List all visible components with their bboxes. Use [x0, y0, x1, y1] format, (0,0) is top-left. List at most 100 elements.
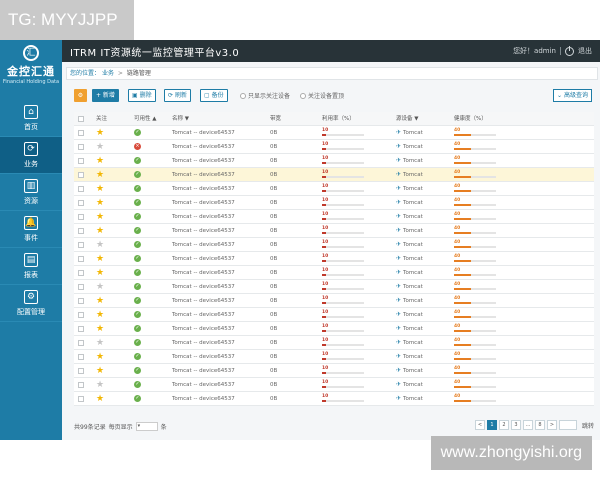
device-name-link[interactable]: Tomcat -- device64537: [172, 154, 235, 168]
star-empty-icon[interactable]: ★: [96, 280, 104, 294]
star-filled-icon[interactable]: ★: [96, 168, 104, 182]
star-filled-icon[interactable]: ★: [96, 392, 104, 406]
sidebar-item-4[interactable]: ▤ 报表: [0, 248, 62, 285]
table-row[interactable]: ★ ✓ Tomcat -- device64537 0B 10 ✈ Tomcat 40: [74, 364, 594, 378]
device-name-link[interactable]: Tomcat -- device64537: [172, 210, 235, 224]
star-filled-icon[interactable]: ★: [96, 308, 104, 322]
star-filled-icon[interactable]: ★: [96, 126, 104, 140]
star-filled-icon[interactable]: ★: [96, 252, 104, 266]
source-device[interactable]: ✈ Tomcat: [396, 350, 423, 364]
device-name-link[interactable]: Tomcat -- device64537: [172, 294, 235, 308]
select-all-checkbox[interactable]: [78, 112, 84, 126]
star-filled-icon[interactable]: ★: [96, 182, 104, 196]
table-row[interactable]: ★ ✓ Tomcat -- device64537 0B 10 ✈ Tomcat 40: [74, 294, 594, 308]
star-filled-icon[interactable]: ★: [96, 322, 104, 336]
table-row[interactable]: ★ ✓ Tomcat -- device64537 0B 10 ✈ Tomcat 40: [74, 378, 594, 392]
page-button[interactable]: 2: [498, 420, 509, 430]
row-checkbox[interactable]: [78, 224, 84, 238]
source-device[interactable]: ✈ Tomcat: [396, 308, 423, 322]
row-checkbox[interactable]: [78, 266, 84, 280]
backup-button[interactable]: ▢ 备份: [200, 89, 228, 102]
follow-top-toggle[interactable]: 关注设备置顶: [300, 91, 344, 100]
source-device[interactable]: ✈ Tomcat: [396, 392, 423, 406]
page-jump-button[interactable]: 跳转: [582, 421, 594, 430]
row-checkbox[interactable]: [78, 196, 84, 210]
table-row[interactable]: ★ ✓ Tomcat -- device64537 0B 10 ✈ Tomcat 40: [74, 154, 594, 168]
table-row[interactable]: ★ ✓ Tomcat -- device64537 0B 10 ✈ Tomcat 40: [74, 126, 594, 140]
star-empty-icon[interactable]: ★: [96, 238, 104, 252]
table-row[interactable]: ★ ✓ Tomcat -- device64537 0B 10 ✈ Tomcat 40: [74, 224, 594, 238]
logout-link[interactable]: 退出: [578, 46, 592, 56]
user-greeting[interactable]: 您好！admin: [513, 46, 556, 56]
header-follow[interactable]: 关注: [96, 112, 107, 126]
page-button[interactable]: >: [546, 420, 557, 430]
star-filled-icon[interactable]: ★: [96, 364, 104, 378]
device-name-link[interactable]: Tomcat -- device64537: [172, 238, 235, 252]
device-name-link[interactable]: Tomcat -- device64537: [172, 364, 235, 378]
table-row[interactable]: ★ ✓ Tomcat -- device64537 0B 10 ✈ Tomcat 40: [74, 322, 594, 336]
table-row[interactable]: ★ ✓ Tomcat -- device64537 0B 10 ✈ Tomcat 40: [74, 182, 594, 196]
source-device[interactable]: ✈ Tomcat: [396, 154, 423, 168]
star-empty-icon[interactable]: ★: [96, 378, 104, 392]
device-name-link[interactable]: Tomcat -- device64537: [172, 308, 235, 322]
add-button[interactable]: + 新增: [92, 89, 119, 102]
row-checkbox[interactable]: [78, 140, 84, 154]
source-device[interactable]: ✈ Tomcat: [396, 336, 423, 350]
page-jump-input[interactable]: [558, 420, 577, 430]
star-empty-icon[interactable]: ★: [96, 336, 104, 350]
per-page-select[interactable]: ▾: [135, 422, 158, 431]
header-utilization[interactable]: 利用率（%）: [322, 112, 355, 126]
power-icon[interactable]: [565, 45, 574, 56]
row-checkbox[interactable]: [78, 336, 84, 350]
source-device[interactable]: ✈ Tomcat: [396, 126, 423, 140]
star-empty-icon[interactable]: ★: [96, 140, 104, 154]
row-checkbox[interactable]: [78, 308, 84, 322]
source-device[interactable]: ✈ Tomcat: [396, 196, 423, 210]
row-checkbox[interactable]: [78, 280, 84, 294]
row-checkbox[interactable]: [78, 392, 84, 406]
sidebar-item-2[interactable]: ▥ 资源: [0, 174, 62, 211]
row-checkbox[interactable]: [78, 126, 84, 140]
source-device[interactable]: ✈ Tomcat: [396, 182, 423, 196]
source-device[interactable]: ✈ Tomcat: [396, 140, 423, 154]
star-filled-icon[interactable]: ★: [96, 224, 104, 238]
table-row[interactable]: ★ ✓ Tomcat -- device64537 0B 10 ✈ Tomcat 40: [74, 238, 594, 252]
table-row[interactable]: ★ ✓ Tomcat -- device64537 0B 10 ✈ Tomcat 40: [74, 336, 594, 350]
source-device[interactable]: ✈ Tomcat: [396, 322, 423, 336]
row-checkbox[interactable]: [78, 168, 84, 182]
row-checkbox[interactable]: [78, 364, 84, 378]
device-name-link[interactable]: Tomcat -- device64537: [172, 140, 235, 154]
page-button[interactable]: …: [522, 420, 533, 430]
table-row[interactable]: ★ ✓ Tomcat -- device64537 0B 10 ✈ Tomcat 40: [74, 392, 594, 406]
sidebar-item-5[interactable]: ⚙ 配置管理: [0, 285, 62, 322]
delete-button[interactable]: ▣ 删除: [128, 89, 156, 102]
device-name-link[interactable]: Tomcat -- device64537: [172, 322, 235, 336]
table-row[interactable]: ★ ✓ Tomcat -- device64537 0B 10 ✈ Tomcat 40: [74, 350, 594, 364]
row-checkbox[interactable]: [78, 182, 84, 196]
device-name-link[interactable]: Tomcat -- device64537: [172, 266, 235, 280]
device-name-link[interactable]: Tomcat -- device64537: [172, 182, 235, 196]
star-filled-icon[interactable]: ★: [96, 266, 104, 280]
table-row[interactable]: ★ ✓ Tomcat -- device64537 0B 10 ✈ Tomcat 40: [74, 252, 594, 266]
source-device[interactable]: ✈ Tomcat: [396, 168, 423, 182]
device-name-link[interactable]: Tomcat -- device64537: [172, 350, 235, 364]
row-checkbox[interactable]: [78, 294, 84, 308]
advanced-search-button[interactable]: ⌄ 高级查询: [553, 89, 592, 102]
star-filled-icon[interactable]: ★: [96, 294, 104, 308]
settings-gear-button[interactable]: ⚙: [74, 89, 87, 102]
device-name-link[interactable]: Tomcat -- device64537: [172, 168, 235, 182]
page-button[interactable]: 8: [534, 420, 545, 430]
page-button[interactable]: <: [474, 420, 485, 430]
device-name-link[interactable]: Tomcat -- device64537: [172, 224, 235, 238]
sidebar-item-3[interactable]: 🔔 事件: [0, 211, 62, 248]
source-device[interactable]: ✈ Tomcat: [396, 224, 423, 238]
row-checkbox[interactable]: [78, 350, 84, 364]
source-device[interactable]: ✈ Tomcat: [396, 266, 423, 280]
header-name[interactable]: 名称 ▼: [172, 112, 189, 126]
row-checkbox[interactable]: [78, 252, 84, 266]
source-device[interactable]: ✈ Tomcat: [396, 364, 423, 378]
table-row[interactable]: ★ ✓ Tomcat -- device64537 0B 10 ✈ Tomcat 40: [74, 280, 594, 294]
table-row[interactable]: ★ ✓ Tomcat -- device64537 0B 10 ✈ Tomcat 40: [74, 308, 594, 322]
device-name-link[interactable]: Tomcat -- device64537: [172, 336, 235, 350]
row-checkbox[interactable]: [78, 322, 84, 336]
